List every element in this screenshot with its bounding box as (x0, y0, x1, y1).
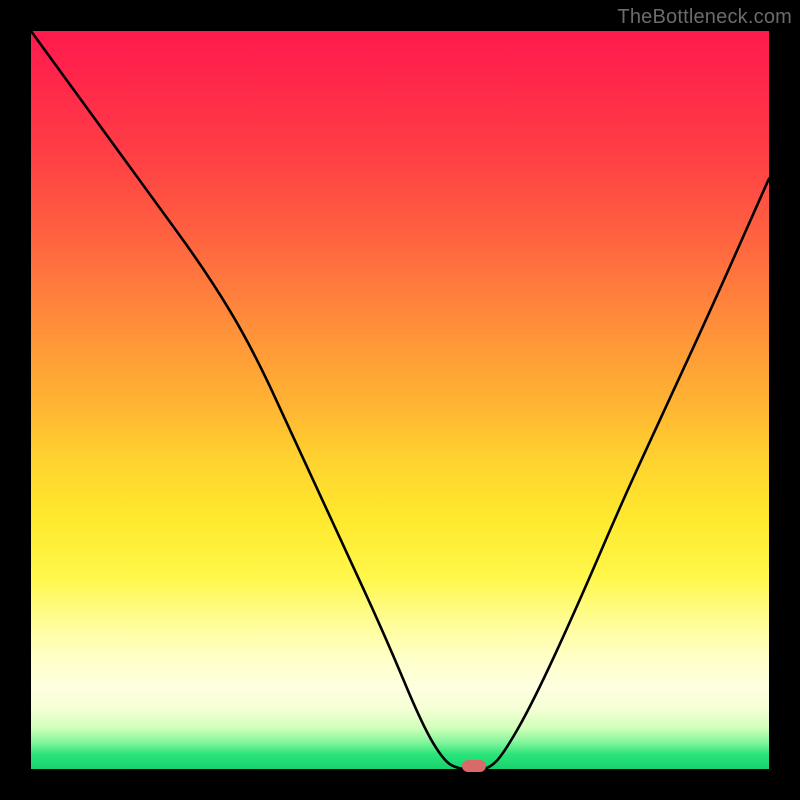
plot-area (31, 31, 769, 769)
optimum-marker (462, 760, 486, 772)
chart-frame: TheBottleneck.com (0, 0, 800, 800)
curve-path (31, 31, 769, 769)
bottleneck-curve (31, 31, 769, 769)
watermark-text: TheBottleneck.com (617, 6, 792, 29)
